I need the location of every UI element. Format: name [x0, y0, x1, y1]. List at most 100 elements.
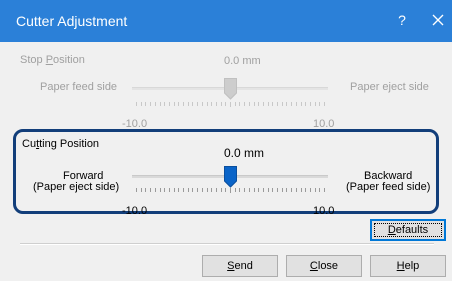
slider-tick — [230, 188, 231, 193]
stop-position-left-label: Paper feed side — [40, 81, 118, 93]
slider-tick — [291, 102, 292, 106]
slider-tick — [136, 188, 137, 192]
cutting-position-label: Cutting Position — [22, 138, 100, 150]
slider-tick — [277, 188, 278, 192]
slider-tick — [211, 188, 212, 192]
slider-tick — [244, 102, 245, 106]
cutting-position-value: 0.0 mm — [224, 146, 265, 160]
slider-tick — [235, 102, 236, 106]
stop-position-slider-ticks — [136, 102, 325, 107]
slider-tick — [301, 102, 302, 106]
slider-tick — [310, 188, 311, 192]
stop-position-right-label: Paper eject side — [350, 81, 429, 93]
slider-tick — [160, 102, 161, 106]
slider-tick — [221, 102, 222, 106]
slider-tick — [268, 102, 269, 106]
slider-tick — [277, 102, 278, 106]
slider-tick — [202, 188, 203, 192]
slider-tick — [155, 102, 156, 106]
cutting-position-slider-ticks — [136, 188, 325, 193]
close-icon[interactable] — [428, 8, 448, 32]
slider-tick — [239, 188, 240, 192]
slider-tick — [286, 102, 287, 106]
slider-tick — [301, 188, 302, 192]
slider-tick — [225, 102, 226, 106]
slider-tick — [305, 102, 306, 106]
cutting-position-max-label: 10.0 — [313, 205, 335, 217]
slider-tick — [178, 102, 179, 106]
slider-tick — [296, 102, 297, 106]
slider-tick — [197, 188, 198, 192]
slider-tick — [272, 102, 273, 106]
slider-tick — [169, 102, 170, 106]
close-button[interactable]: Close — [286, 255, 362, 277]
slider-tick — [263, 102, 264, 106]
slider-tick — [272, 188, 273, 192]
slider-tick — [183, 188, 184, 192]
help-icon[interactable]: ? — [392, 9, 412, 31]
slider-tick — [141, 102, 142, 106]
slider-tick — [216, 188, 217, 192]
slider-tick — [174, 102, 175, 106]
slider-tick — [254, 102, 255, 106]
slider-tick — [216, 102, 217, 106]
slider-tick — [174, 188, 175, 192]
slider-tick — [268, 188, 269, 192]
slider-tick — [160, 188, 161, 192]
slider-tick — [197, 102, 198, 106]
slider-tick — [239, 102, 240, 106]
slider-tick — [235, 188, 236, 192]
slider-tick — [207, 188, 208, 192]
slider-tick — [183, 102, 184, 106]
slider-tick — [178, 188, 179, 192]
slider-tick — [258, 102, 259, 106]
slider-tick — [164, 188, 165, 192]
slider-tick — [315, 188, 316, 192]
slider-tick — [291, 188, 292, 192]
slider-tick — [305, 188, 306, 192]
slider-tick — [230, 102, 231, 107]
slider-tick — [319, 188, 320, 192]
stop-position-value: 0.0 mm — [224, 55, 261, 67]
slider-tick — [136, 102, 137, 106]
slider-tick — [225, 188, 226, 192]
slider-tick — [296, 188, 297, 192]
window-title: Cutter Adjustment — [16, 13, 128, 29]
slider-tick — [315, 102, 316, 106]
cutting-position-right-label-line2: (Paper feed side) — [346, 181, 431, 193]
defaults-button[interactable]: Defaults — [370, 219, 446, 241]
slider-tick — [324, 188, 325, 192]
cutting-position-min-label: -10.0 — [122, 205, 148, 217]
slider-tick — [192, 188, 193, 192]
slider-tick — [254, 188, 255, 192]
stop-position-label: Stop Position — [20, 54, 85, 66]
slider-tick — [207, 102, 208, 106]
slider-tick — [258, 188, 259, 192]
slider-tick — [310, 102, 311, 106]
stop-position-slider-thumb[interactable] — [224, 78, 237, 105]
slider-tick — [145, 188, 146, 192]
slider-tick — [324, 102, 325, 106]
slider-tick — [221, 188, 222, 192]
slider-tick — [319, 102, 320, 106]
cutter-adjustment-dialog: Cutter Adjustment ? Stop Position 0.0 mm… — [0, 0, 452, 281]
help-button[interactable]: Help — [370, 255, 446, 277]
slider-tick — [263, 188, 264, 192]
send-button[interactable]: Send — [202, 255, 278, 277]
slider-tick — [249, 188, 250, 192]
title-bar: Cutter Adjustment ? — [0, 0, 452, 42]
slider-tick — [155, 188, 156, 192]
slider-tick — [150, 188, 151, 192]
cutting-position-left-label-line2: (Paper eject side) — [33, 181, 120, 193]
slider-tick — [286, 188, 287, 192]
slider-tick — [141, 188, 142, 192]
slider-tick — [282, 102, 283, 106]
slider-tick — [282, 188, 283, 192]
slider-tick — [188, 102, 189, 106]
slider-tick — [164, 102, 165, 106]
slider-tick — [145, 102, 146, 106]
slider-tick — [169, 188, 170, 192]
slider-tick — [150, 102, 151, 106]
slider-tick — [202, 102, 203, 106]
slider-tick — [244, 188, 245, 192]
